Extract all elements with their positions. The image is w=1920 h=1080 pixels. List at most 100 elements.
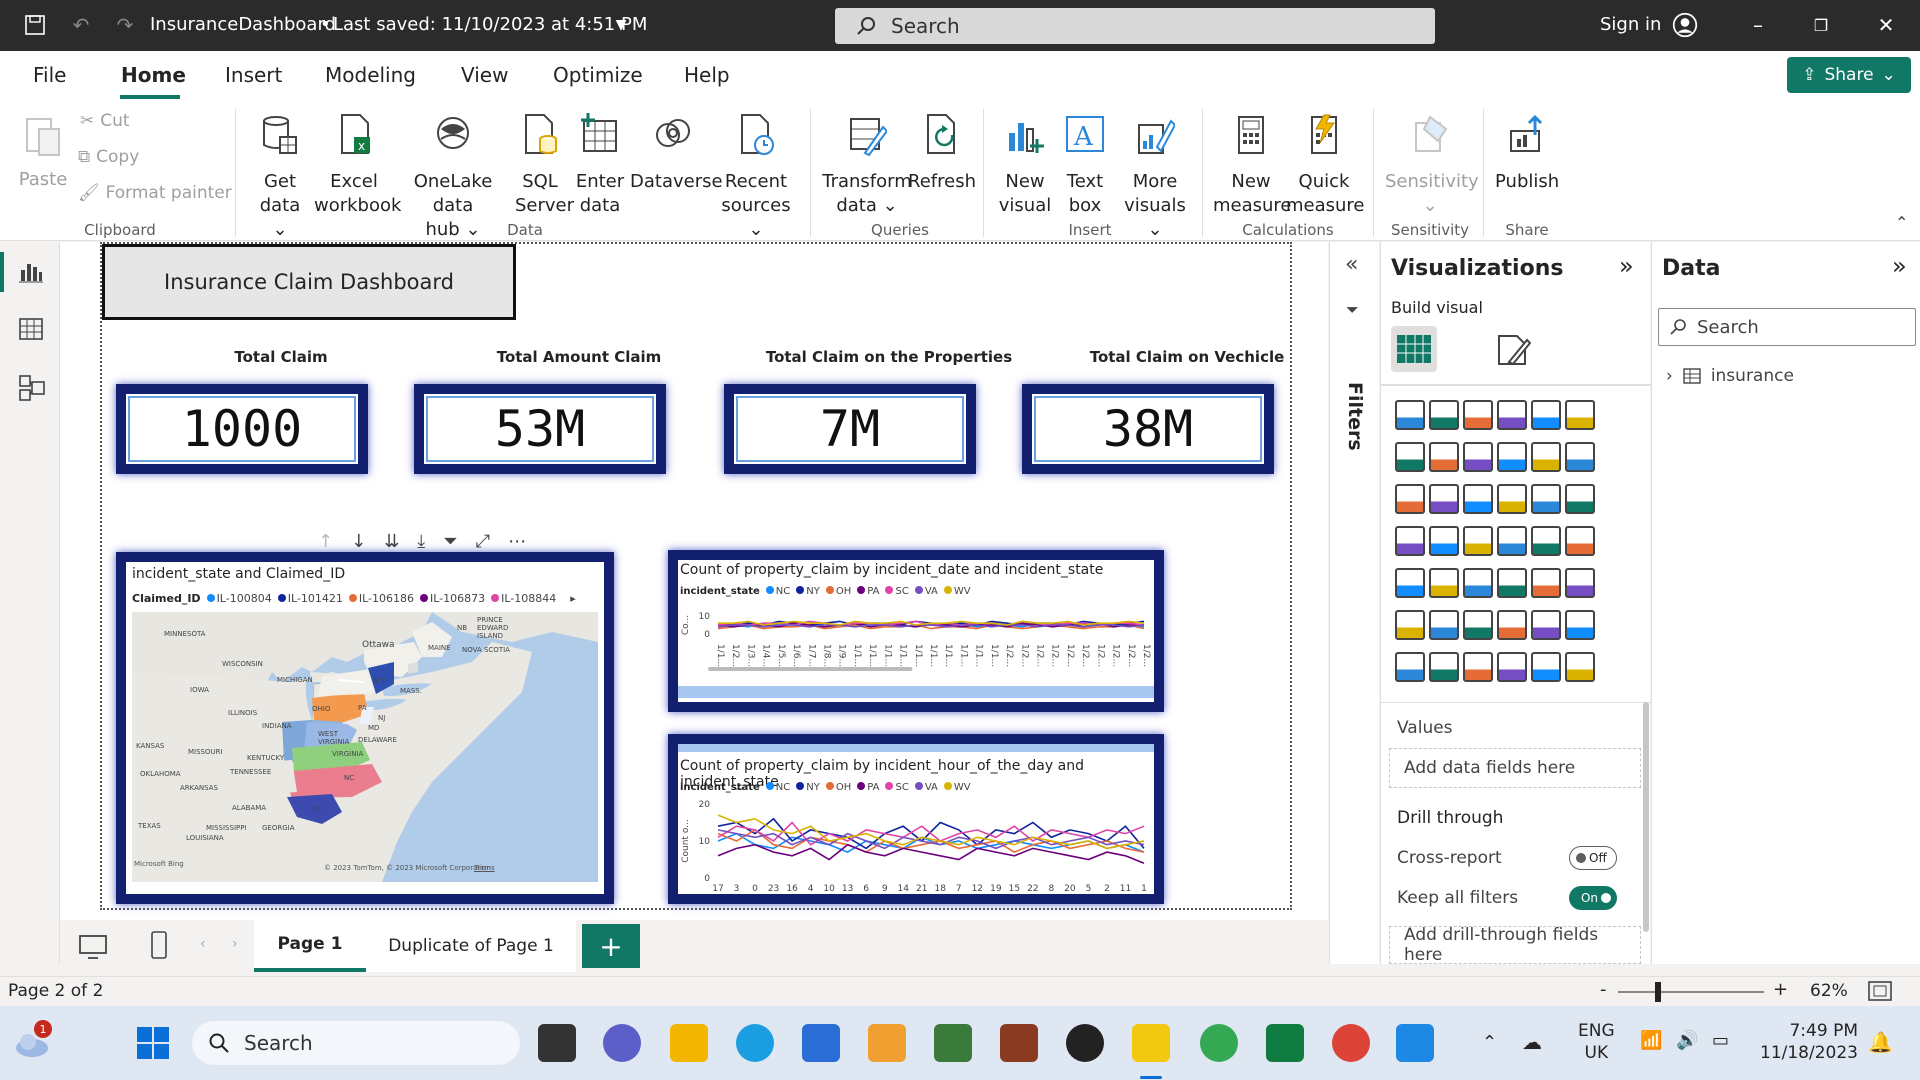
- map-terms-link[interactable]: Terms: [474, 864, 495, 872]
- visual-type-icon[interactable]: [1395, 652, 1425, 682]
- visual-type-icon[interactable]: [1497, 484, 1527, 514]
- paste-button[interactable]: Paste: [18, 113, 68, 192]
- onedrive-icon[interactable]: ☁: [1522, 1030, 1542, 1054]
- visual-type-icon[interactable]: [1395, 568, 1425, 598]
- visual-type-icon[interactable]: [1463, 652, 1493, 682]
- visual-type-icon[interactable]: [1395, 610, 1425, 640]
- drill-up-icon[interactable]: ↑: [318, 531, 333, 552]
- game-app-icon[interactable]: [934, 1024, 972, 1062]
- share-button[interactable]: ⇪ Share ⌄: [1787, 57, 1911, 93]
- expand-right-icon[interactable]: »: [1619, 252, 1634, 280]
- visual-type-icon[interactable]: [1565, 610, 1595, 640]
- menu-view[interactable]: View: [461, 63, 508, 87]
- line-chart-incident-date[interactable]: Count of property_claim by incident_date…: [668, 550, 1164, 712]
- card-total-claim[interactable]: 1000: [116, 384, 368, 474]
- dashboard-title[interactable]: Insurance Claim Dashboard: [102, 244, 516, 320]
- fit-to-page-icon[interactable]: [1868, 981, 1892, 1006]
- sql-server-button[interactable]: SQL Server: [515, 113, 574, 218]
- desktop-layout-icon[interactable]: [78, 934, 108, 964]
- new-visual-button[interactable]: New visual: [995, 113, 1055, 218]
- collapse-ribbon-icon[interactable]: ⌃: [1895, 213, 1908, 232]
- language-indicator[interactable]: ENG UK: [1578, 1020, 1615, 1064]
- legend-item[interactable]: NY: [796, 586, 820, 597]
- search-box[interactable]: Search: [835, 8, 1435, 44]
- chart-plot[interactable]: Count o...2010017 3 0 23 16 4 10 13 6 9 14 21 18 7 12 1…: [678, 798, 1154, 894]
- visual-type-icon[interactable]: [1531, 652, 1561, 682]
- volume-icon[interactable]: 🔊: [1676, 1030, 1698, 1051]
- visual-type-icon[interactable]: [1463, 610, 1493, 640]
- publish-button[interactable]: Publish: [1495, 113, 1559, 194]
- legend-item[interactable]: WV: [943, 586, 971, 597]
- sensitivity-button[interactable]: Sensitivity ⌄: [1385, 113, 1479, 218]
- expand-hierarchy-icon[interactable]: ⤓: [417, 531, 425, 552]
- legend-item[interactable]: VA: [914, 782, 938, 793]
- visual-type-icon[interactable]: [1497, 442, 1527, 472]
- menu-help[interactable]: Help: [684, 63, 730, 87]
- visual-type-icon[interactable]: [1429, 610, 1459, 640]
- focus-mode-icon[interactable]: ⤢: [476, 531, 490, 552]
- game-app-2-icon[interactable]: [1000, 1024, 1038, 1062]
- line-chart-hour-of-day[interactable]: Count of property_claim by incident_hour…: [668, 734, 1164, 904]
- legend-item[interactable]: IL-108844: [491, 592, 556, 605]
- get-data-button[interactable]: Get data ⌄: [250, 113, 310, 242]
- expand-all-icon[interactable]: ⇊: [384, 531, 399, 552]
- task-view-icon[interactable]: [538, 1024, 576, 1062]
- next-page-icon[interactable]: ›: [232, 936, 238, 952]
- excel-taskbar-icon[interactable]: [1266, 1024, 1304, 1062]
- chevron-down-icon[interactable]: ▼: [608, 12, 634, 38]
- values-drop-well[interactable]: Add data fields here: [1389, 748, 1641, 788]
- pane-scrollbar[interactable]: [1643, 702, 1649, 932]
- zoom-slider-thumb[interactable]: [1655, 982, 1661, 1002]
- visual-type-icon[interactable]: [1429, 526, 1459, 556]
- visual-type-icon[interactable]: [1497, 568, 1527, 598]
- visual-type-icon[interactable]: [1565, 526, 1595, 556]
- visual-type-icon[interactable]: [1497, 400, 1527, 430]
- visual-type-icon[interactable]: [1497, 652, 1527, 682]
- store-icon[interactable]: [802, 1024, 840, 1062]
- text-box-button[interactable]: A Text box: [1060, 113, 1110, 218]
- legend-item[interactable]: IL-101421: [277, 592, 343, 605]
- card-properties[interactable]: 7M: [724, 384, 976, 474]
- dataverse-button[interactable]: Dataverse: [630, 113, 723, 194]
- visual-type-icon[interactable]: [1565, 442, 1595, 472]
- visual-type-icon[interactable]: [1429, 652, 1459, 682]
- legend-item[interactable]: IL-100804: [206, 592, 272, 605]
- table-view-icon[interactable]: [18, 316, 44, 346]
- more-options-icon[interactable]: ⋯: [508, 531, 526, 552]
- card-total-amount[interactable]: 53M: [414, 384, 666, 474]
- format-painter-button[interactable]: 🖌 Format painter: [78, 183, 232, 203]
- tab-duplicate-page-1[interactable]: Duplicate of Page 1: [366, 920, 576, 972]
- chrome-profile-icon[interactable]: [1332, 1024, 1370, 1062]
- clock[interactable]: 7:49 PM 11/18/2023: [1760, 1020, 1858, 1064]
- chevron-right-icon[interactable]: ›: [1666, 366, 1673, 386]
- chrome-icon[interactable]: [1200, 1024, 1238, 1062]
- excel-workbook-button[interactable]: x Excel workbook: [314, 113, 401, 218]
- legend-item[interactable]: OH: [825, 586, 851, 597]
- visual-type-icon[interactable]: [1395, 484, 1425, 514]
- legend-item[interactable]: PA: [857, 782, 879, 793]
- visual-type-icon[interactable]: [1531, 484, 1561, 514]
- redo-icon[interactable]: ↷: [112, 12, 138, 38]
- notifications-bell-icon[interactable]: 🔔: [1868, 1030, 1893, 1054]
- power-bi-icon[interactable]: [1132, 1024, 1170, 1062]
- menu-insert[interactable]: Insert: [225, 63, 282, 87]
- map-area[interactable]: Microsoft Bing © 2023 TomTom, © 2023 Mic…: [132, 612, 598, 882]
- report-view-icon[interactable]: [18, 258, 44, 288]
- undo-icon[interactable]: ↶: [68, 12, 94, 38]
- account-icon[interactable]: [1672, 12, 1698, 38]
- bitcoin-app-icon[interactable]: [1066, 1024, 1104, 1062]
- copy-button[interactable]: ⧉ Copy: [78, 147, 139, 167]
- drill-down-icon[interactable]: ↓: [351, 531, 366, 552]
- collapse-left-icon[interactable]: «: [1345, 252, 1358, 277]
- legend-next-icon[interactable]: ▸: [570, 592, 576, 605]
- data-search-input[interactable]: Search: [1658, 308, 1916, 346]
- cut-button[interactable]: ✂ Cut: [80, 111, 130, 131]
- visual-type-icon[interactable]: [1531, 526, 1561, 556]
- quick-measure-button[interactable]: Quick measure: [1286, 113, 1365, 218]
- filters-pane-collapsed[interactable]: « ⏷ Filters: [1329, 242, 1379, 964]
- notes-app-icon[interactable]: [868, 1024, 906, 1062]
- legend-item[interactable]: SC: [885, 586, 909, 597]
- menu-optimize[interactable]: Optimize: [553, 63, 643, 87]
- legend-item[interactable]: OH: [825, 782, 851, 793]
- menu-home[interactable]: Home: [121, 63, 186, 87]
